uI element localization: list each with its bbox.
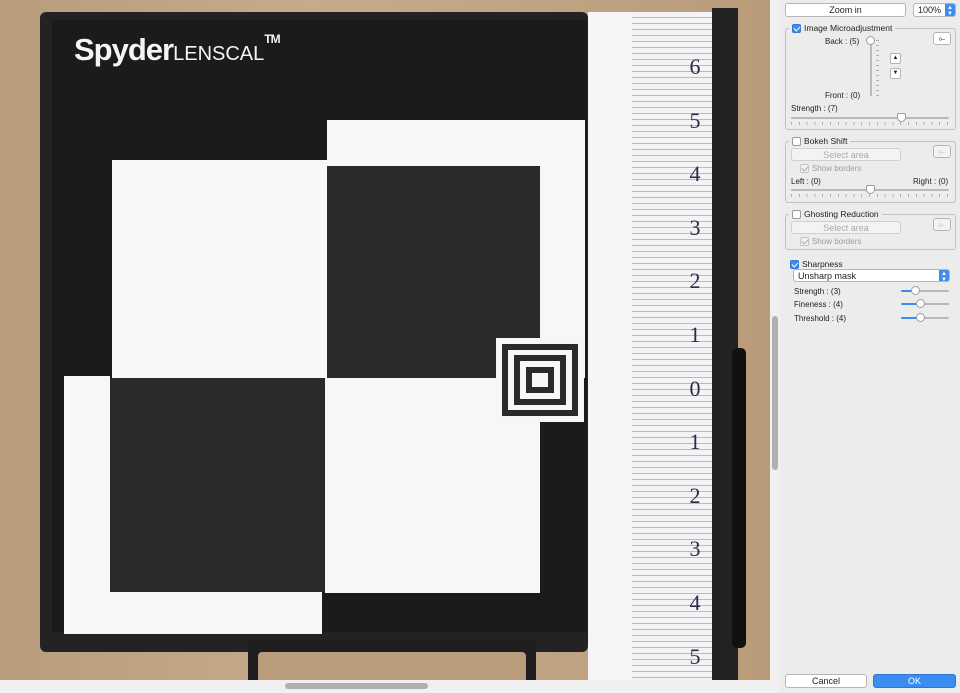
checker-square (110, 378, 325, 592)
bokeh-knob[interactable] (866, 185, 875, 194)
bokeh-shift-slider[interactable] (791, 185, 949, 194)
ghosting-select-area-button[interactable]: Select area (791, 221, 901, 234)
sharpness-strength-knob[interactable] (911, 286, 921, 295)
left-label: Left : (0) (791, 177, 821, 186)
stepper-arrows-icon: ▲ ▼ (939, 270, 949, 283)
stepper-arrows-icon: ▲ ▼ (945, 4, 955, 17)
strength-knob[interactable] (896, 113, 906, 122)
image-microadjustment-checkbox[interactable] (792, 23, 801, 33)
ghosting-show-borders[interactable]: Show borders (800, 237, 861, 246)
bokeh-shift-checkbox[interactable] (792, 136, 801, 146)
vertical-scrollbar[interactable] (770, 0, 780, 680)
fineness-slider[interactable] (901, 299, 949, 308)
bokeh-show-borders-checkbox[interactable] (800, 164, 809, 173)
sharpness-strength-label: Strength : (3) (794, 287, 841, 296)
threshold-label: Threshold : (4) (794, 314, 847, 323)
checker-square (64, 592, 322, 634)
ruler-number: 1 (689, 429, 701, 455)
ghosting-reduction-checkbox[interactable] (792, 209, 801, 219)
bokeh-shift-label: Bokeh Shift (804, 136, 848, 146)
step-down-button[interactable]: ▼ (890, 68, 901, 79)
back-label: Back : (5) (825, 37, 860, 46)
vertical-scroll-thumb[interactable] (772, 316, 778, 470)
microadjust-knob[interactable] (866, 36, 875, 45)
sharpness-strength-slider[interactable] (901, 286, 949, 295)
app-window: SpyderLENSCALTM 6 5 4 3 2 1 0 1 2 3 4 5 Zoom in 100… (0, 0, 960, 693)
fineness-knob[interactable] (916, 299, 926, 308)
microadjust-strength-slider[interactable] (791, 113, 949, 122)
ruler-number: 1 (689, 322, 701, 347)
step-up-button[interactable]: ▲ (890, 53, 901, 64)
ruler-number: 3 (689, 536, 701, 562)
settings-panel: Zoom in 100% ▲ ▼ Image Microadjustment ⟜ B… (780, 0, 960, 693)
eyedropper-button[interactable]: ⟜ (933, 32, 951, 45)
zoom-in-button[interactable]: Zoom in (785, 3, 906, 17)
ruler-number: 4 (689, 161, 701, 187)
ruler-number: 6 (689, 54, 701, 79)
ruler-number: 2 (689, 482, 701, 508)
focus-target (496, 338, 584, 422)
threshold-slider[interactable] (901, 313, 949, 322)
checker-square (112, 160, 327, 378)
sharpness-method-select[interactable]: Unsharp mask ▲ ▼ (793, 269, 950, 283)
ghosting-eyedropper-button[interactable]: ⟜ (933, 218, 951, 231)
ruler-number: 5 (689, 107, 701, 133)
sharpness-label: Sharpness (802, 259, 843, 269)
fineness-label: Fineness : (4) (794, 300, 843, 309)
microadjust-slider[interactable] (870, 40, 872, 96)
sharpness-checkbox[interactable] (790, 259, 799, 269)
zoom-select[interactable]: 100% ▲ ▼ (913, 3, 956, 17)
cancel-button[interactable]: Cancel (785, 674, 867, 688)
strength-label: Strength : (7) (791, 104, 838, 113)
ruler-number: 0 (689, 375, 701, 401)
image-preview[interactable]: SpyderLENSCALTM 6 5 4 3 2 1 0 1 2 3 4 5 (0, 0, 770, 680)
ghosting-show-borders-checkbox[interactable] (800, 237, 809, 246)
ruler-number: 2 (689, 268, 701, 294)
right-label: Right : (0) (913, 177, 949, 186)
sharpness-toggle[interactable]: Sharpness (790, 259, 843, 269)
ruler-number: 3 (689, 214, 701, 240)
horizontal-scrollbar[interactable] (0, 680, 780, 693)
bokeh-show-borders[interactable]: Show borders (800, 164, 861, 173)
ruler-number: 5 (689, 643, 701, 669)
ruler-number: 4 (689, 590, 701, 615)
lenscal-logo: SpyderLENSCALTM (74, 32, 281, 67)
ghosting-reduction-label: Ghosting Reduction (804, 209, 879, 219)
bokeh-select-area-button[interactable]: Select area (791, 148, 901, 161)
ruler-clip (732, 348, 746, 648)
front-label: Front : (0) (825, 91, 861, 100)
image-microadjustment-label: Image Microadjustment (804, 23, 893, 33)
ok-button[interactable]: OK (873, 674, 956, 688)
threshold-knob[interactable] (916, 313, 926, 322)
horizontal-scroll-thumb[interactable] (285, 683, 428, 689)
bokeh-eyedropper-button[interactable]: ⟜ (933, 145, 951, 158)
